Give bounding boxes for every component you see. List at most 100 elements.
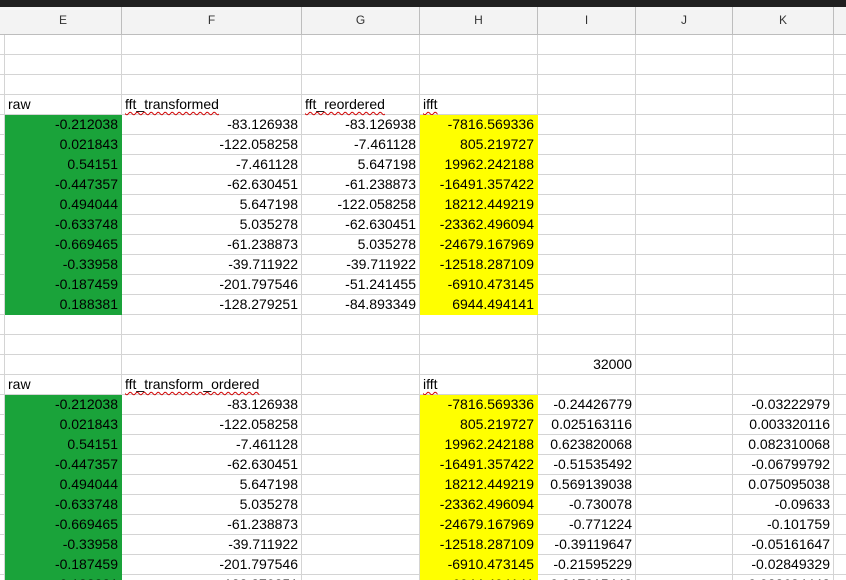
header-b2-e[interactable]: raw [5, 375, 122, 395]
cell[interactable] [5, 35, 122, 55]
cell[interactable] [834, 555, 846, 575]
cell[interactable] [834, 535, 846, 555]
cell[interactable] [636, 275, 733, 295]
b1-cell-h[interactable]: -24679.167969 [420, 235, 538, 255]
cell[interactable] [834, 275, 846, 295]
cell[interactable] [302, 395, 420, 415]
b2-cell-k[interactable]: 0.028634442 [733, 575, 834, 580]
cell[interactable] [834, 335, 846, 355]
cell[interactable] [538, 295, 636, 315]
cell[interactable] [834, 455, 846, 475]
b1-cell-g[interactable]: 5.647198 [302, 155, 420, 175]
cell[interactable] [538, 75, 636, 95]
b2-cell-h[interactable]: -12518.287109 [420, 535, 538, 555]
cell[interactable] [834, 495, 846, 515]
cell[interactable] [733, 235, 834, 255]
header-b1-h[interactable]: ifft [420, 95, 538, 115]
cell[interactable] [834, 295, 846, 315]
b1-cell-f[interactable]: -7.461128 [122, 155, 302, 175]
b1-cell-e[interactable]: 0.494044 [5, 195, 122, 215]
cell[interactable] [538, 235, 636, 255]
b2-cell-f[interactable]: -7.461128 [122, 435, 302, 455]
cell[interactable] [834, 155, 846, 175]
b1-cell-g[interactable]: -83.126938 [302, 115, 420, 135]
b2-cell-e[interactable]: 0.021843 [5, 415, 122, 435]
b2-cell-i[interactable]: 0.025163116 [538, 415, 636, 435]
divisor-cell[interactable]: 32000 [538, 355, 636, 375]
cell[interactable] [733, 75, 834, 95]
cell[interactable] [538, 175, 636, 195]
cell[interactable] [834, 135, 846, 155]
b1-cell-h[interactable]: 18212.449219 [420, 195, 538, 215]
b1-cell-h[interactable]: 19962.242188 [420, 155, 538, 175]
cell[interactable] [636, 335, 733, 355]
b2-cell-e[interactable]: 0.54151 [5, 435, 122, 455]
cell[interactable] [636, 515, 733, 535]
cell[interactable] [636, 455, 733, 475]
b2-cell-i[interactable]: -0.730078 [538, 495, 636, 515]
cell[interactable] [636, 235, 733, 255]
b2-cell-f[interactable]: -61.238873 [122, 515, 302, 535]
b1-cell-g[interactable]: -122.058258 [302, 195, 420, 215]
cell[interactable] [122, 355, 302, 375]
b1-cell-e[interactable]: 0.021843 [5, 135, 122, 155]
b1-cell-f[interactable]: 5.647198 [122, 195, 302, 215]
cell[interactable] [636, 475, 733, 495]
b2-cell-f[interactable]: -128.279251 [122, 575, 302, 580]
cell[interactable] [5, 75, 122, 95]
cell[interactable] [302, 375, 420, 395]
cell[interactable] [538, 275, 636, 295]
b1-cell-e[interactable]: -0.633748 [5, 215, 122, 235]
cell[interactable] [834, 375, 846, 395]
cell[interactable] [538, 195, 636, 215]
cell[interactable] [5, 315, 122, 335]
cell[interactable] [834, 355, 846, 375]
cell[interactable] [636, 435, 733, 455]
header-b2-h[interactable]: ifft [420, 375, 538, 395]
cell[interactable] [302, 475, 420, 495]
b1-cell-e[interactable]: 0.188381 [5, 295, 122, 315]
cell[interactable] [834, 515, 846, 535]
b2-cell-i[interactable]: 0.217015442 [538, 575, 636, 580]
cell[interactable] [834, 575, 846, 580]
cell[interactable] [733, 175, 834, 195]
cell[interactable] [302, 355, 420, 375]
cell[interactable] [636, 535, 733, 555]
cell[interactable] [834, 95, 846, 115]
b2-cell-f[interactable]: -122.058258 [122, 415, 302, 435]
b1-cell-h[interactable]: -6910.473145 [420, 275, 538, 295]
b2-cell-k[interactable]: 0.082310068 [733, 435, 834, 455]
b2-cell-i[interactable]: -0.39119647 [538, 535, 636, 555]
cell[interactable] [834, 35, 846, 55]
cell[interactable] [733, 335, 834, 355]
b2-cell-k[interactable]: -0.06799792 [733, 455, 834, 475]
cell[interactable] [733, 355, 834, 375]
b2-cell-h[interactable]: 18212.449219 [420, 475, 538, 495]
cell[interactable] [636, 575, 733, 580]
cell[interactable] [538, 255, 636, 275]
cell[interactable] [834, 75, 846, 95]
b1-cell-h[interactable]: -23362.496094 [420, 215, 538, 235]
b1-cell-g[interactable]: -39.711922 [302, 255, 420, 275]
cell[interactable] [834, 255, 846, 275]
b1-cell-g[interactable]: -62.630451 [302, 215, 420, 235]
cell[interactable] [538, 315, 636, 335]
cell[interactable] [538, 135, 636, 155]
cell[interactable] [636, 315, 733, 335]
cell[interactable] [733, 55, 834, 75]
cell[interactable] [733, 195, 834, 215]
b1-cell-g[interactable]: -51.241455 [302, 275, 420, 295]
cell[interactable] [302, 335, 420, 355]
b1-cell-f[interactable]: -122.058258 [122, 135, 302, 155]
cell[interactable] [5, 355, 122, 375]
cell[interactable] [302, 535, 420, 555]
cell[interactable] [834, 415, 846, 435]
cell[interactable] [302, 55, 420, 75]
cell[interactable] [834, 195, 846, 215]
cell[interactable] [636, 115, 733, 135]
b2-cell-i[interactable]: 0.569139038 [538, 475, 636, 495]
cell[interactable] [733, 275, 834, 295]
cell[interactable] [302, 35, 420, 55]
b2-cell-i[interactable]: -0.51535492 [538, 455, 636, 475]
cell[interactable] [733, 215, 834, 235]
